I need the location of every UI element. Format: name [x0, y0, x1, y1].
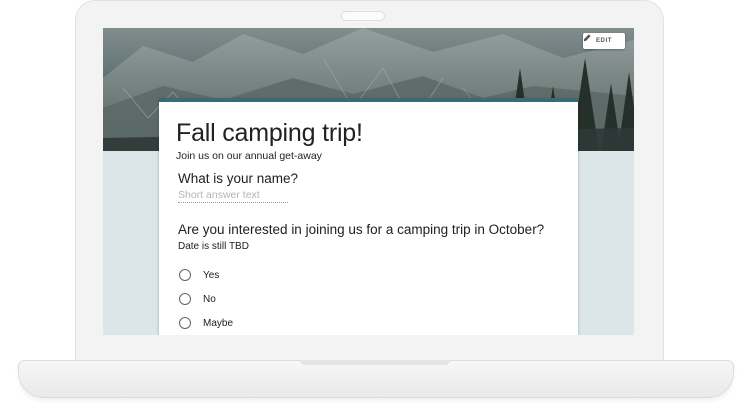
option-no[interactable]: No: [179, 292, 216, 306]
form-card: Fall camping trip! Join us on our annual…: [159, 98, 578, 335]
option-yes[interactable]: Yes: [179, 268, 219, 282]
pencil-icon: [583, 34, 591, 42]
name-answer-input[interactable]: Short answer text: [178, 189, 288, 203]
option-maybe[interactable]: Maybe: [179, 316, 233, 330]
radio-button[interactable]: [179, 317, 191, 329]
edit-button[interactable]: EDIT: [583, 33, 625, 49]
laptop-base: [18, 360, 734, 398]
option-label: No: [203, 293, 216, 305]
question-interest-title: Are you interested in joining us for a c…: [178, 222, 545, 237]
laptop-camera-notch: [341, 11, 385, 21]
option-label: Maybe: [203, 317, 234, 329]
laptop-screen: EDIT Fall camping trip! Join us on our a…: [103, 28, 634, 335]
question-name-title: What is your name?: [178, 171, 299, 186]
laptop-base-groove: [300, 360, 450, 365]
form-title: Fall camping trip!: [176, 119, 363, 147]
radio-button[interactable]: [179, 293, 191, 305]
question-interest-description: Date is still TBD: [178, 241, 249, 252]
form-description: Join us on our annual get-away: [176, 150, 322, 162]
radio-button[interactable]: [179, 269, 191, 281]
edit-button-label: EDIT: [595, 38, 613, 44]
option-label: Yes: [203, 269, 220, 281]
